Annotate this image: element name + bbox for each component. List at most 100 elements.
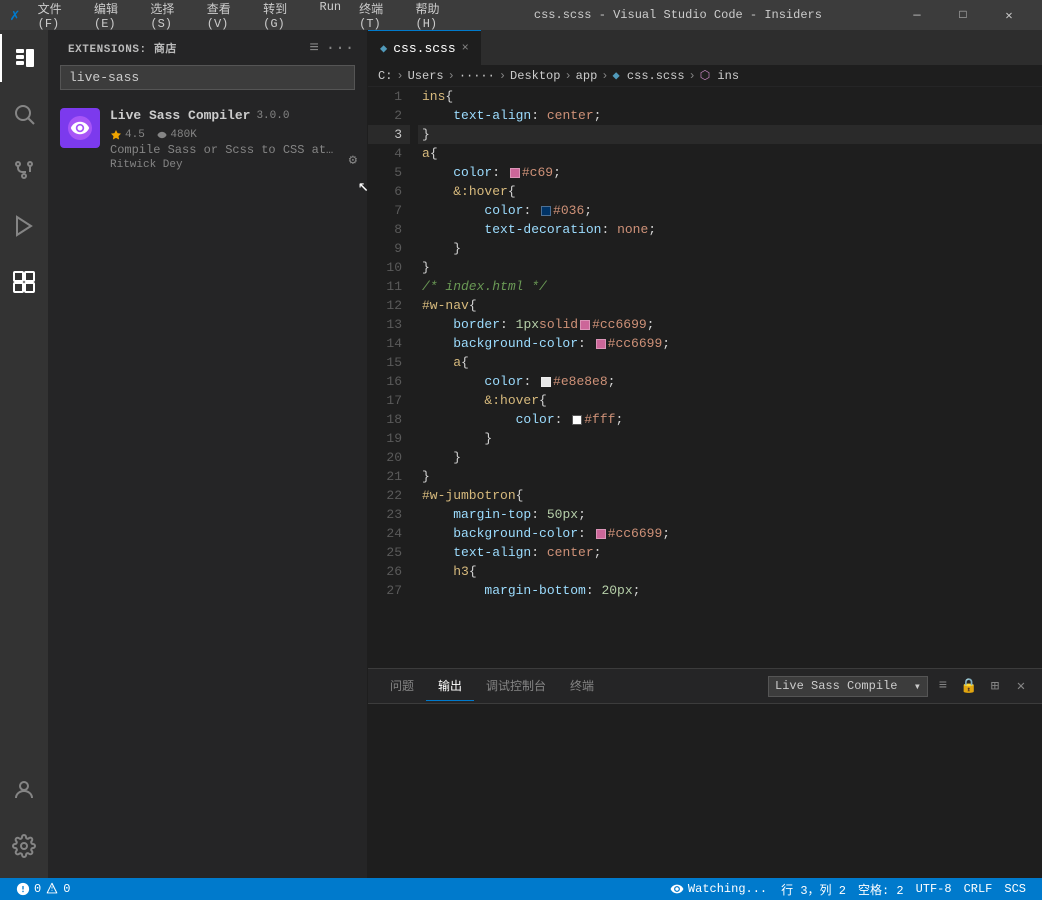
bc-desktop[interactable]: Desktop <box>510 69 560 83</box>
code-line-7: ········color: #036; <box>418 201 1042 220</box>
menu-goto[interactable]: 转到(G) <box>255 0 309 33</box>
menu-run[interactable]: Run <box>312 0 350 33</box>
tab-css-scss[interactable]: ◆ css.scss × <box>368 30 481 65</box>
activity-debug[interactable] <box>0 202 48 250</box>
code-line-3: } <box>418 125 1042 144</box>
code-line-8: ········text-decoration: none; <box>418 220 1042 239</box>
extension-rating-value: 4.5 <box>125 129 145 141</box>
code-content[interactable]: ins { ····text-align: center; } a { <box>418 87 1042 668</box>
line-num-2: 2 <box>368 106 410 125</box>
line-num-9: 9 <box>368 239 410 258</box>
spaces-text: 空格: 2 <box>858 881 904 898</box>
panel-tab-terminal[interactable]: 终端 <box>558 671 606 701</box>
status-errors[interactable]: 0 0 <box>10 882 76 896</box>
menu-edit[interactable]: 编辑(E) <box>86 0 140 33</box>
settings-gear-icon[interactable]: ⚙ <box>349 152 357 169</box>
bc-user[interactable]: ····· <box>459 69 495 83</box>
line-num-25: 25 <box>368 543 410 562</box>
panel-tab-problems[interactable]: 问题 <box>378 671 426 701</box>
extension-item[interactable]: Live Sass Compiler 3.0.0 4.5 480K Compil… <box>48 100 367 179</box>
panel-tab-debug[interactable]: 调试控制台 <box>474 671 558 701</box>
activity-settings[interactable] <box>0 822 48 870</box>
maximize-button[interactable]: □ <box>940 0 986 30</box>
line-num-17: 17 <box>368 391 410 410</box>
code-line-17: ········&:hover { <box>418 391 1042 410</box>
watching-status[interactable]: Watching... <box>662 882 775 896</box>
code-line-18: ············color: #fff; <box>418 410 1042 429</box>
bc-section[interactable]: ⬡ ins <box>700 68 739 83</box>
code-line-11: /* index.html */ <box>418 277 1042 296</box>
bc-app[interactable]: app <box>576 69 598 83</box>
sidebar-filter-button[interactable]: ≡ <box>303 37 325 59</box>
line-num-22: 22 <box>368 486 410 505</box>
line-num-4: 4 <box>368 144 410 163</box>
breadcrumb: C: › Users › ····· › Desktop › app › ◆ c… <box>368 65 1042 87</box>
dropdown-arrow-icon: ▾ <box>914 679 921 694</box>
panel-tab-output[interactable]: 输出 <box>426 671 474 701</box>
bc-file-name: css.scss <box>627 69 685 83</box>
activity-extensions[interactable] <box>0 258 48 306</box>
status-line-col[interactable]: 行 3，列 2 <box>775 881 852 898</box>
activity-bottom <box>0 766 48 878</box>
status-language[interactable]: SCS <box>998 882 1032 896</box>
menu-select[interactable]: 选择(S) <box>142 0 196 33</box>
code-line-14: ····background-color: #cc6699; <box>418 334 1042 353</box>
error-count: 0 <box>34 882 41 896</box>
bc-file[interactable]: ◆ css.scss <box>612 68 684 83</box>
activity-explorer[interactable] <box>0 34 48 82</box>
line-num-11: 11 <box>368 277 410 296</box>
bc-drive[interactable]: C: <box>378 69 392 83</box>
bc-users[interactable]: Users <box>408 69 444 83</box>
panel-extra-icon[interactable]: ⊞ <box>984 675 1006 697</box>
menu-terminal[interactable]: 终端(T) <box>351 0 405 33</box>
extension-info: Live Sass Compiler 3.0.0 4.5 480K Compil… <box>110 108 355 171</box>
search-input[interactable] <box>60 65 355 90</box>
extension-name-row: Live Sass Compiler 3.0.0 4.5 480K <box>110 108 355 141</box>
warning-count: 0 <box>63 882 70 896</box>
panel-close-icon[interactable]: ✕ <box>1010 675 1032 697</box>
tab-close-button[interactable]: × <box>462 41 469 55</box>
panel-content <box>368 704 1042 878</box>
menu-view[interactable]: 查看(V) <box>199 0 253 33</box>
code-line-15: ····a { <box>418 353 1042 372</box>
activity-bar <box>0 30 48 878</box>
bc-sep-6: › <box>689 69 696 83</box>
line-num-18: 18 <box>368 410 410 429</box>
code-line-27: ········margin-bottom: 20px; <box>418 581 1042 600</box>
activity-search[interactable] <box>0 90 48 138</box>
window-controls: — □ ✕ <box>894 0 1032 30</box>
line-num-26: 26 <box>368 562 410 581</box>
code-editor[interactable]: 1 2 3 4 5 6 7 8 9 10 11 12 13 14 15 16 1 <box>368 87 1042 668</box>
app-icon: ✗ <box>10 5 20 25</box>
panel-tabs: 问题 输出 调试控制台 终端 Live Sass Compile ▾ ≡ 🔒 ⊞… <box>368 669 1042 704</box>
status-spaces[interactable]: 空格: 2 <box>852 881 910 898</box>
sidebar-title: EXTENSIONS: 商店 <box>68 40 177 56</box>
line-numbers: 1 2 3 4 5 6 7 8 9 10 11 12 13 14 15 16 1 <box>368 87 418 668</box>
minimize-button[interactable]: — <box>894 0 940 30</box>
close-button[interactable]: ✕ <box>986 0 1032 30</box>
line-num-6: 6 <box>368 182 410 201</box>
status-line-ending[interactable]: CRLF <box>958 882 999 896</box>
extension-icon <box>60 108 100 148</box>
panel-list-icon[interactable]: ≡ <box>932 675 954 697</box>
extension-version: 3.0.0 <box>256 110 289 122</box>
activity-source-control[interactable] <box>0 146 48 194</box>
live-sass-selector[interactable]: Live Sass Compile ▾ <box>768 676 928 697</box>
code-line-13: ····border: 1px solid #cc6699; <box>418 315 1042 334</box>
line-num-15: 15 <box>368 353 410 372</box>
line-num-8: 8 <box>368 220 410 239</box>
activity-accounts[interactable] <box>0 766 48 814</box>
line-num-5: 5 <box>368 163 410 182</box>
panel-lock-icon[interactable]: 🔒 <box>958 675 980 697</box>
menu-file[interactable]: 文件(F) <box>30 0 84 33</box>
code-line-6: ····&:hover { <box>418 182 1042 201</box>
code-line-5: ····color: #c69; <box>418 163 1042 182</box>
editor-panel-container: ◆ css.scss × C: › Users › ····· › Deskto… <box>368 30 1042 878</box>
code-line-19: ········} <box>418 429 1042 448</box>
menu-help[interactable]: 帮助(H) <box>408 0 462 33</box>
status-encoding[interactable]: UTF-8 <box>910 882 958 896</box>
line-num-10: 10 <box>368 258 410 277</box>
extension-author: Ritwick Dey <box>110 159 355 171</box>
sidebar-more-button[interactable]: ··· <box>329 37 351 59</box>
code-line-10: } <box>418 258 1042 277</box>
